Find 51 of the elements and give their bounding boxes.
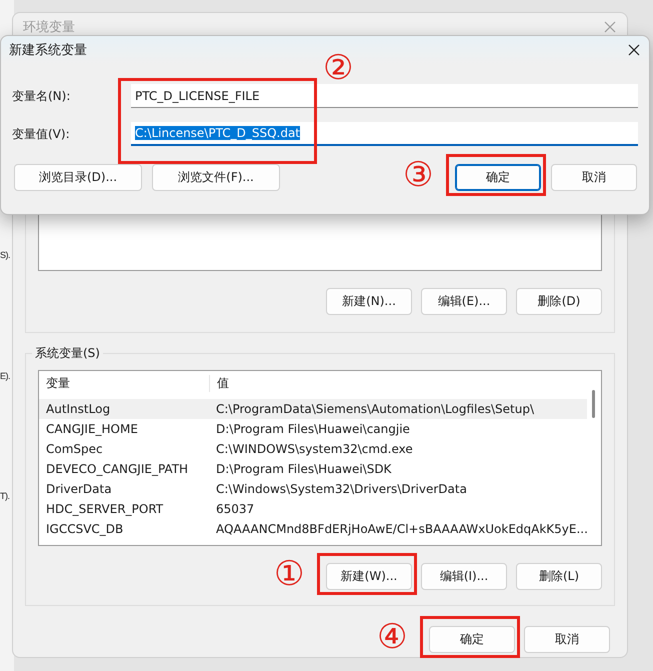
scrollbar-thumb[interactable]	[592, 390, 595, 418]
table-row[interactable]: ComSpec C:\WINDOWS\system32\cmd.exe	[39, 439, 587, 459]
background-text: E).	[0, 371, 10, 381]
variable-value: D:\Program Files\Huawei\cangjie	[215, 422, 411, 436]
dialog-button[interactable]: 确定	[455, 164, 541, 191]
variable-value: AQAAANCMnd8BFdERjHoAwE/Cl+sBAAAAWxUokEdqAkK5yE...	[215, 522, 587, 536]
column-header[interactable]: 值	[209, 374, 587, 392]
step-number: ①	[274, 557, 304, 591]
variable-value: C:\ProgramData\Siemens\Automation\Logfiles\Setup\	[215, 402, 536, 416]
variable-name: CANGJIE_HOME	[45, 422, 139, 436]
table-row[interactable]: AutInstLog C:\ProgramData\Siemens\Automation\Logfiles\Setup\	[39, 399, 587, 419]
variable-name: DriverData	[45, 482, 113, 496]
table-row[interactable]: DEVECO_CANGJIE_PATH D:\Program Files\Huawei\SDK	[39, 459, 587, 479]
table-row[interactable]: HDC_SERVER_PORT 65037	[39, 499, 587, 519]
dialog-title: 新建系统变量	[9, 42, 87, 59]
background-text: S).	[0, 250, 10, 260]
variable-name: HDC_SERVER_PORT	[45, 502, 164, 516]
table-row[interactable]: DriverData C:\Windows\System32\Drivers\DriverData	[39, 479, 587, 499]
variable-name: DEVECO_CANGJIE_PATH	[45, 462, 190, 476]
variable-value: C:\Windows\System32\Drivers\DriverData	[215, 482, 468, 496]
field-label: 变量值(V):	[12, 126, 71, 142]
variable-name: ComSpec	[45, 442, 104, 456]
input-field[interactable]: PTC_D_LICENSE_FILE	[131, 84, 638, 108]
dialog-button[interactable]: 新建(W)...	[326, 563, 412, 590]
variable-value: 65037	[215, 502, 256, 516]
step-number: ④	[377, 620, 407, 654]
variable-name: IGCCSVC_DB	[45, 522, 124, 536]
step-number: ③	[403, 158, 433, 192]
close-icon[interactable]	[627, 43, 641, 57]
table-row[interactable]: IGCCSVC_DB AQAAANCMnd8BFdERjHoAwE/Cl+sBAAAAWxUokEdqAkK5yE...	[39, 519, 587, 539]
dialog-button[interactable]: 取消	[551, 164, 637, 191]
dialog-button[interactable]: 编辑(I)...	[421, 563, 507, 590]
variable-value: C:\WINDOWS\system32\cmd.exe	[215, 442, 414, 456]
dialog-button[interactable]: 删除(D)	[516, 288, 602, 315]
group-label: 系统变量(S)	[32, 345, 103, 362]
dialog-button[interactable]: 浏览文件(F)...	[152, 164, 280, 191]
step-number: ②	[323, 51, 353, 85]
dialog-button[interactable]: 新建(N)...	[326, 288, 412, 315]
table-row[interactable]: CANGJIE_HOME D:\Program Files\Huawei\cangjie	[39, 419, 587, 439]
background-text: T).	[0, 491, 10, 501]
dialog-button[interactable]: 编辑(E)...	[421, 288, 507, 315]
window-title: 环境变量	[23, 19, 75, 36]
dialog-button[interactable]: 取消	[524, 626, 610, 653]
dialog-button[interactable]: 浏览目录(D)...	[14, 164, 142, 191]
dialog-button[interactable]: 删除(L)	[516, 563, 602, 590]
input-field[interactable]: C:\Lincense\PTC_D_SSQ.dat	[131, 122, 638, 146]
field-label: 变量名(N):	[12, 88, 72, 104]
dialog-button[interactable]: 确定	[429, 626, 515, 653]
variable-name: AutInstLog	[45, 402, 112, 416]
variable-value: D:\Program Files\Huawei\SDK	[215, 462, 392, 476]
column-header[interactable]: 变量	[39, 374, 209, 392]
